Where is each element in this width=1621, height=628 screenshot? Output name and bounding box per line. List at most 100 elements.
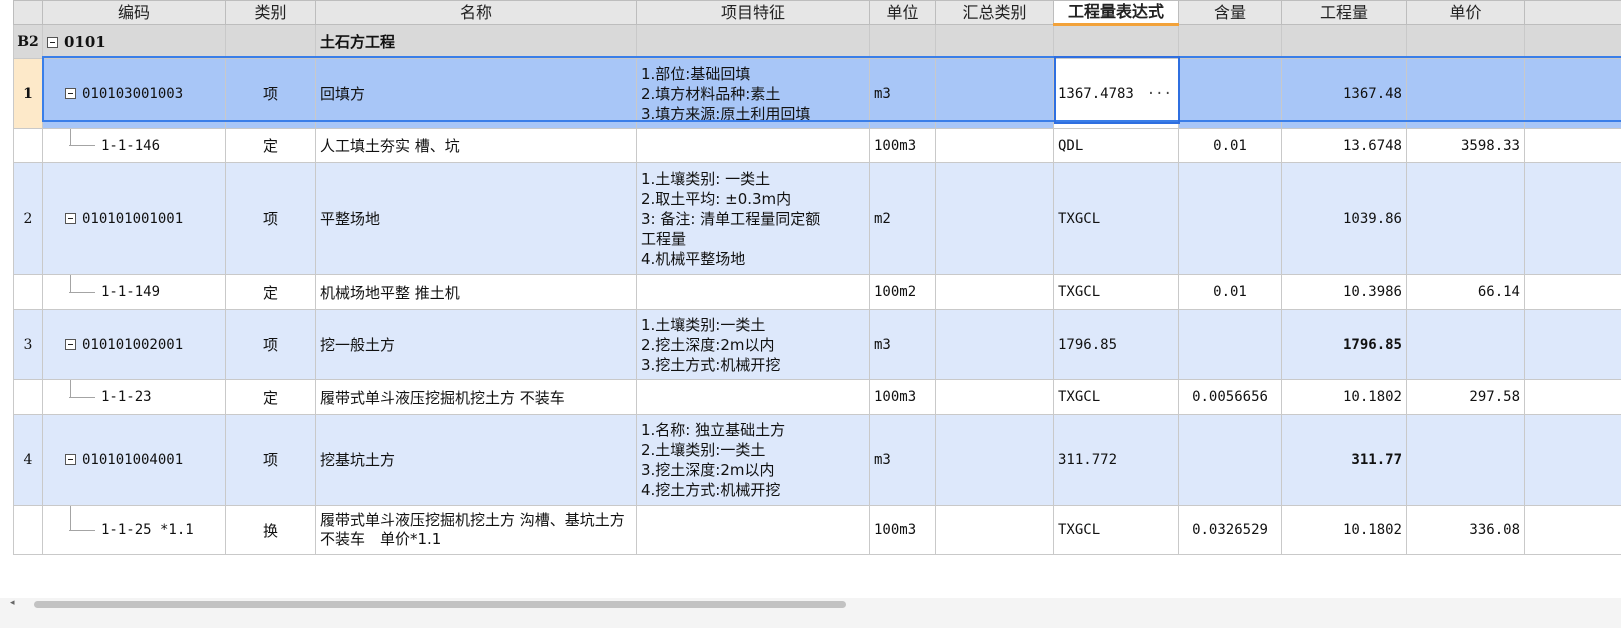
summary-cell[interactable] bbox=[935, 162, 1054, 276]
row-number[interactable] bbox=[13, 274, 43, 310]
name-cell[interactable]: 挖一般土方 bbox=[315, 308, 637, 381]
table-row[interactable]: 1-1-25 *1.1 换 履带式单斗液压挖掘机挖土方 沟槽、基坑土方 不装车 … bbox=[13, 505, 1621, 555]
scroll-left-arrow-icon[interactable]: ◂ bbox=[10, 598, 15, 608]
expr-cell[interactable]: TXGCL bbox=[1053, 274, 1179, 310]
table-row[interactable]: 1 010103001003 项 回填方 1.部位:基础回填 2.填方材料品种:… bbox=[13, 58, 1621, 129]
scrollbar-thumb[interactable] bbox=[34, 601, 846, 608]
row-number[interactable]: 4 bbox=[13, 413, 43, 507]
header-name[interactable]: 名称 bbox=[315, 0, 637, 25]
type-cell[interactable]: 定 bbox=[225, 379, 316, 415]
code-cell[interactable]: 010101001001 bbox=[42, 162, 226, 276]
table-row[interactable]: 1-1-149 定 机械场地平整 推土机 100m2 TXGCL 0.01 10… bbox=[13, 274, 1621, 310]
collapse-minus-icon[interactable] bbox=[65, 454, 76, 466]
content-cell[interactable] bbox=[1178, 308, 1282, 381]
content-cell[interactable]: 0.01 bbox=[1178, 127, 1282, 164]
qty-cell[interactable]: 311.77 bbox=[1281, 413, 1407, 507]
expr-cell-editing[interactable]: 1367.4783 ··· bbox=[1053, 58, 1179, 129]
name-cell[interactable]: 挖基坑土方 bbox=[315, 413, 637, 507]
type-cell[interactable]: 换 bbox=[225, 505, 316, 555]
summary-cell[interactable] bbox=[935, 379, 1054, 415]
name-cell[interactable]: 平整场地 bbox=[315, 162, 637, 276]
code-cell[interactable]: 1-1-25 *1.1 bbox=[42, 505, 226, 555]
header-price[interactable]: 单价 bbox=[1406, 0, 1525, 25]
row-number[interactable]: 3 bbox=[13, 308, 43, 381]
table-row[interactable]: 2 010101001001 项 平整场地 1.土壤类别: 一类土 2.取土平均… bbox=[13, 162, 1621, 276]
unit-cell[interactable]: 100m3 bbox=[869, 127, 936, 164]
code-cell[interactable]: 1-1-149 bbox=[42, 274, 226, 310]
unit-cell[interactable]: 100m3 bbox=[869, 379, 936, 415]
section-code-cell[interactable]: 0101 bbox=[42, 23, 226, 60]
price-cell[interactable]: 297.58 bbox=[1406, 379, 1525, 415]
summary-cell[interactable] bbox=[935, 308, 1054, 381]
expr-cell[interactable]: 311.772 bbox=[1053, 413, 1179, 507]
code-cell[interactable]: 1-1-23 bbox=[42, 379, 226, 415]
feature-cell[interactable] bbox=[636, 127, 870, 164]
row-number[interactable] bbox=[13, 127, 43, 164]
collapse-minus-icon[interactable] bbox=[65, 213, 76, 225]
feature-cell[interactable]: 1.土壤类别:一类土 2.挖土深度:2m以内 3.挖土方式:机械开挖 bbox=[636, 308, 870, 381]
horizontal-scrollbar[interactable]: ◂ bbox=[0, 598, 1621, 628]
price-cell[interactable] bbox=[1406, 413, 1525, 507]
summary-cell[interactable] bbox=[935, 505, 1054, 555]
qty-cell[interactable]: 1367.48 bbox=[1281, 58, 1407, 129]
feature-cell[interactable]: 1.名称: 独立基础土方 2.土壤类别:一类土 3.挖土深度:2m以内 4.挖土… bbox=[636, 413, 870, 507]
header-type[interactable]: 类别 bbox=[225, 0, 316, 25]
code-cell[interactable]: 1-1-146 bbox=[42, 127, 226, 164]
row-number[interactable]: 1 bbox=[13, 58, 43, 129]
expr-cell[interactable]: 1796.85 bbox=[1053, 308, 1179, 381]
feature-cell[interactable]: 1.部位:基础回填 2.填方材料品种:素土 3.填方来源:原土利用回填 bbox=[636, 58, 870, 129]
name-cell[interactable]: 回填方 bbox=[315, 58, 637, 129]
table-row[interactable]: 3 010101002001 项 挖一般土方 1.土壤类别:一类土 2.挖土深度… bbox=[13, 308, 1621, 381]
type-cell[interactable]: 项 bbox=[225, 58, 316, 129]
summary-cell[interactable] bbox=[935, 413, 1054, 507]
header-summary[interactable]: 汇总类别 bbox=[935, 0, 1054, 25]
header-content[interactable]: 含量 bbox=[1178, 0, 1282, 25]
feature-cell[interactable] bbox=[636, 379, 870, 415]
content-cell[interactable]: 0.01 bbox=[1178, 274, 1282, 310]
code-cell[interactable]: 010101002001 bbox=[42, 308, 226, 381]
header-feature[interactable]: 项目特征 bbox=[636, 0, 870, 25]
expr-cell[interactable]: TXGCL bbox=[1053, 162, 1179, 276]
content-cell[interactable] bbox=[1178, 162, 1282, 276]
feature-cell[interactable]: 1.土壤类别: 一类土 2.取土平均: ±0.3m内 3: 备注: 清单工程量同… bbox=[636, 162, 870, 276]
price-cell[interactable]: 66.14 bbox=[1406, 274, 1525, 310]
header-expr[interactable]: 工程量表达式 bbox=[1053, 0, 1179, 26]
type-cell[interactable]: 定 bbox=[225, 127, 316, 164]
qty-cell[interactable]: 1796.85 bbox=[1281, 308, 1407, 381]
code-cell[interactable]: 010101004001 bbox=[42, 413, 226, 507]
ellipsis-icon[interactable]: ··· bbox=[1147, 86, 1172, 102]
type-cell[interactable]: 项 bbox=[225, 308, 316, 381]
qty-cell[interactable]: 10.1802 bbox=[1281, 505, 1407, 555]
expr-cell[interactable]: QDL bbox=[1053, 127, 1179, 164]
price-cell[interactable] bbox=[1406, 308, 1525, 381]
unit-cell[interactable]: 100m3 bbox=[869, 505, 936, 555]
price-cell[interactable]: 336.08 bbox=[1406, 505, 1525, 555]
section-row[interactable]: B2 0101 土石方工程 bbox=[13, 23, 1621, 60]
collapse-minus-icon[interactable] bbox=[65, 88, 76, 100]
price-cell[interactable]: 3598.33 bbox=[1406, 127, 1525, 164]
content-cell[interactable] bbox=[1178, 413, 1282, 507]
unit-cell[interactable]: m3 bbox=[869, 58, 936, 129]
table-row[interactable]: 1-1-23 定 履带式单斗液压挖掘机挖土方 不装车 100m3 TXGCL 0… bbox=[13, 379, 1621, 415]
price-cell[interactable] bbox=[1406, 58, 1525, 129]
summary-cell[interactable] bbox=[935, 58, 1054, 129]
qty-cell[interactable]: 10.3986 bbox=[1281, 274, 1407, 310]
collapse-minus-icon[interactable] bbox=[47, 37, 58, 49]
expr-cell[interactable]: TXGCL bbox=[1053, 505, 1179, 555]
header-unit[interactable]: 单位 bbox=[869, 0, 936, 25]
feature-cell[interactable] bbox=[636, 274, 870, 310]
type-cell[interactable]: 定 bbox=[225, 274, 316, 310]
code-cell[interactable]: 010103001003 bbox=[42, 58, 226, 129]
row-number[interactable] bbox=[13, 379, 43, 415]
table-row[interactable]: 4 010101004001 项 挖基坑土方 1.名称: 独立基础土方 2.土壤… bbox=[13, 413, 1621, 507]
type-cell[interactable]: 项 bbox=[225, 413, 316, 507]
summary-cell[interactable] bbox=[935, 274, 1054, 310]
qty-cell[interactable]: 10.1802 bbox=[1281, 379, 1407, 415]
qty-cell[interactable]: 1039.86 bbox=[1281, 162, 1407, 276]
unit-cell[interactable]: m2 bbox=[869, 162, 936, 276]
name-cell[interactable]: 履带式单斗液压挖掘机挖土方 沟槽、基坑土方 不装车 单价*1.1 bbox=[315, 505, 637, 555]
content-cell[interactable] bbox=[1178, 58, 1282, 129]
unit-cell[interactable]: m3 bbox=[869, 308, 936, 381]
summary-cell[interactable] bbox=[935, 127, 1054, 164]
table-row[interactable]: 1-1-146 定 人工填土夯实 槽、坑 100m3 QDL 0.01 13.6… bbox=[13, 127, 1621, 164]
